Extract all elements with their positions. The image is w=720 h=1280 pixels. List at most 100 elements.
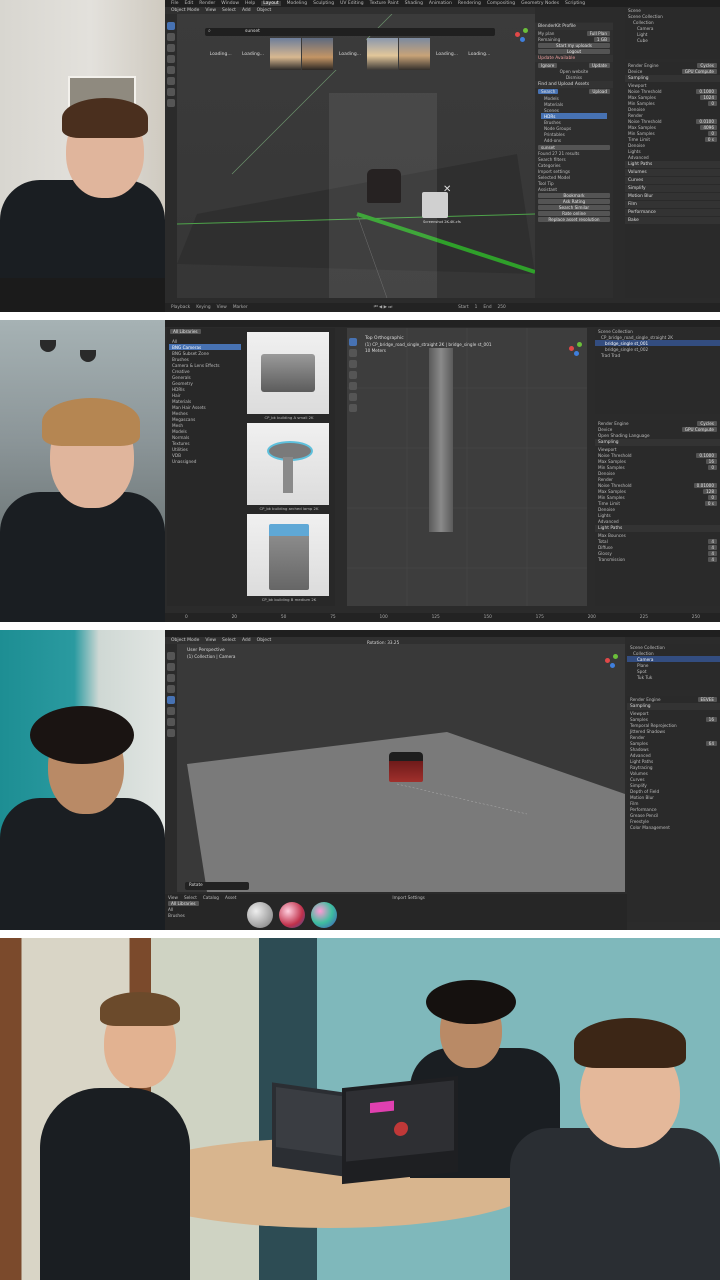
3d-viewport[interactable]: Screenshot 2K-4K.cfs ✕ ⌕ sunset Loading.…	[177, 14, 535, 298]
tab-animation[interactable]: Animation	[429, 1, 452, 6]
material-ball-rainbow[interactable]	[311, 902, 337, 928]
measure-tool-icon[interactable]	[167, 99, 175, 107]
shelf-catalog[interactable]: Catalog	[203, 895, 219, 900]
bounce-diffuse-field[interactable]: 4	[708, 544, 717, 550]
menu-select[interactable]: Select	[222, 8, 236, 13]
samples-field[interactable]: 16	[705, 716, 717, 722]
asset-card[interactable]	[247, 514, 329, 596]
search-similar-button[interactable]: Search Similar	[535, 204, 613, 210]
section-advanced[interactable]: Advanced	[625, 154, 720, 160]
transform-tool-icon[interactable]	[167, 707, 175, 715]
mode-select[interactable]: Object Mode	[171, 8, 199, 13]
render-noise-field[interactable]: 0.0100	[696, 118, 717, 124]
annotate-tool-icon[interactable]	[167, 88, 175, 96]
replace-resolution-button[interactable]: Replace asset resolution	[535, 216, 613, 222]
render-samples-field[interactable]: 64	[705, 740, 717, 746]
catalog-item[interactable]: Unassigned	[169, 458, 241, 464]
outliner-cube[interactable]: Cube	[625, 37, 720, 43]
asset-thumb[interactable]: Loading...	[463, 38, 495, 70]
section-bake[interactable]: Bake	[625, 217, 720, 224]
bounce-total-field[interactable]: 4	[708, 538, 717, 544]
end-field[interactable]: 250	[498, 305, 506, 310]
tab-compositing[interactable]: Compositing	[487, 1, 515, 6]
start-field[interactable]: 1	[475, 305, 478, 310]
navigation-gizmo[interactable]	[605, 654, 619, 668]
section-light-paths[interactable]: Light Paths	[625, 161, 720, 168]
addon-search-field[interactable]: sunset	[535, 144, 613, 150]
navigation-gizmo[interactable]	[569, 342, 583, 356]
time-limit-field[interactable]: 0 s	[704, 500, 717, 506]
menu-window[interactable]: Window	[221, 1, 239, 6]
menu-select[interactable]: Select	[222, 638, 236, 643]
render-engine-select[interactable]: Cycles	[697, 420, 717, 426]
section-simplify[interactable]: Simplify	[625, 185, 720, 192]
move-tool-icon[interactable]	[167, 44, 175, 52]
scale-tool-icon[interactable]	[167, 66, 175, 74]
asset-thumb[interactable]: Loading...	[431, 38, 463, 70]
tab-rendering[interactable]: Rendering	[458, 1, 481, 6]
search-input[interactable]: sunset	[245, 29, 260, 34]
render-max-field[interactable]: 128	[703, 488, 717, 494]
device-select[interactable]: GPU Compute	[681, 426, 717, 432]
outliner-tuk-tuk[interactable]: Trad Trad	[595, 352, 720, 358]
measure-tool-icon[interactable]	[167, 729, 175, 737]
update-button[interactable]: Update	[588, 62, 610, 68]
noise-threshold-field[interactable]: 0.1000	[696, 88, 717, 94]
transform-tool-icon[interactable]	[167, 77, 175, 85]
move-tool-icon[interactable]	[167, 674, 175, 682]
category-addons[interactable]: Add-ons	[541, 137, 607, 143]
bounce-glossy-field[interactable]: 4	[708, 550, 717, 556]
timeline-ruler[interactable]: 0 20 50 75 100 125 150 175 200 225 250	[165, 613, 720, 622]
asset-card[interactable]	[247, 332, 329, 414]
select-tool-icon[interactable]	[349, 338, 357, 346]
logout-button[interactable]: Logout	[535, 48, 613, 54]
material-ball-colorful[interactable]	[279, 902, 305, 928]
max-samples-field[interactable]: 1024	[700, 94, 717, 100]
sampling-section[interactable]: Sampling	[627, 703, 720, 710]
section-light-paths[interactable]: Light Paths	[595, 525, 720, 532]
open-website-link[interactable]: Open website	[535, 68, 613, 74]
section-motion-blur[interactable]: Motion Blur	[625, 193, 720, 200]
asset-thumb-sunset[interactable]	[301, 38, 334, 70]
cursor-tool-icon[interactable]	[167, 663, 175, 671]
rotate-tool-icon[interactable]	[167, 55, 175, 63]
render-noise-field[interactable]: 0.01000	[693, 482, 717, 488]
tab-modeling[interactable]: Modeling	[287, 1, 307, 6]
mode-select[interactable]: Object Mode	[171, 638, 199, 643]
bookmark-button[interactable]: Bookmark	[535, 192, 613, 198]
material-ball-grey[interactable]	[247, 902, 273, 928]
min-samples-field[interactable]: 0	[708, 464, 717, 470]
bounce-transmission-field[interactable]: 4	[708, 556, 717, 562]
sampling-section[interactable]: Sampling	[625, 75, 720, 82]
tab-layout[interactable]: Layout	[261, 1, 281, 6]
ask-rating-button[interactable]: Ask Rating	[535, 198, 613, 204]
render-engine-select[interactable]: Cycles	[697, 62, 717, 68]
sampling-section[interactable]: Sampling	[595, 439, 720, 446]
asset-card[interactable]	[247, 423, 329, 505]
shelf-asset[interactable]: Asset	[225, 895, 236, 900]
section-volumes[interactable]: Volumes	[625, 169, 720, 176]
menu-object[interactable]: Object	[257, 8, 272, 13]
timeline-view[interactable]: View	[217, 305, 227, 310]
render-engine-select[interactable]: EEVEE	[697, 696, 717, 702]
transform-tool-icon[interactable]	[349, 393, 357, 401]
tab-texture-paint[interactable]: Texture Paint	[370, 1, 399, 6]
noise-threshold-field[interactable]: 0.1000	[696, 452, 717, 458]
time-limit-field[interactable]: 0 s	[704, 136, 717, 142]
menu-view[interactable]: View	[205, 638, 216, 643]
asset-thumb-sunset[interactable]	[366, 38, 398, 70]
render-max-field[interactable]: 4096	[700, 124, 717, 130]
render-min-field[interactable]: 0	[708, 130, 717, 136]
section-advanced[interactable]: Advanced	[595, 518, 720, 524]
timeline-marker[interactable]: Marker	[233, 305, 248, 310]
3d-viewport-perspective[interactable]: User Perspective (1) Collection | Camera…	[177, 640, 625, 892]
asset-thumb-sunset[interactable]	[269, 38, 301, 70]
section-film[interactable]: Film	[625, 201, 720, 208]
asset-thumb[interactable]: Loading...	[237, 38, 269, 70]
timeline-keying[interactable]: Keying	[196, 305, 210, 310]
menu-view[interactable]: View	[205, 8, 216, 13]
render-min-field[interactable]: 0	[708, 494, 717, 500]
menu-help[interactable]: Help	[245, 1, 255, 6]
start-uploads-button[interactable]: Start my uploads	[535, 42, 613, 48]
min-samples-field[interactable]: 0	[708, 100, 717, 106]
